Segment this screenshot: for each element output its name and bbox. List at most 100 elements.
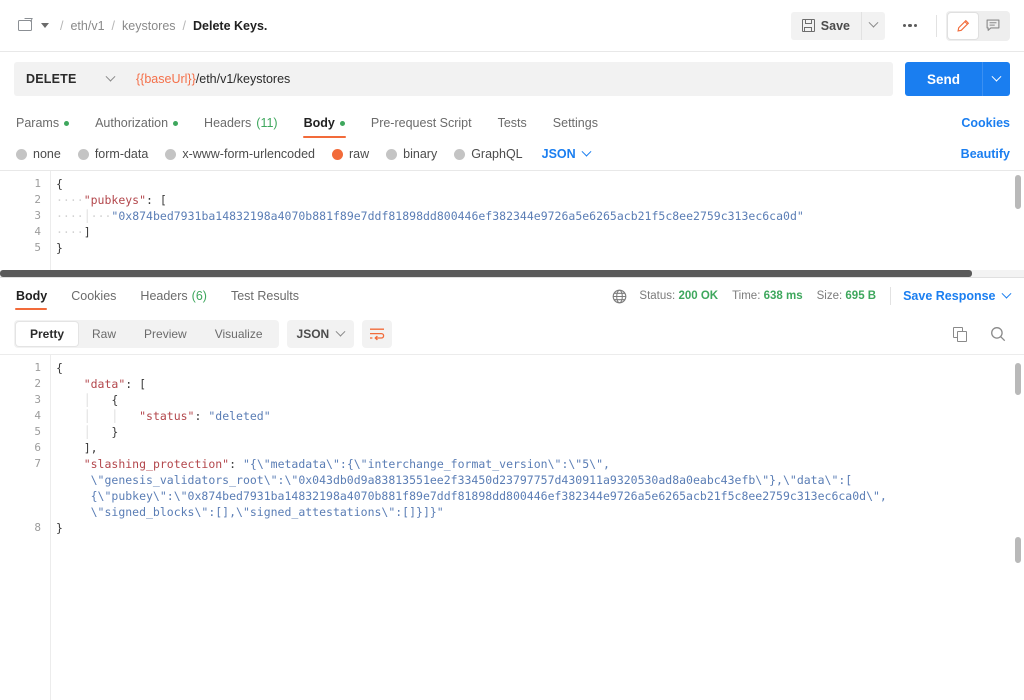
ellipsis-icon: [914, 24, 917, 27]
size-label: Size:: [817, 290, 843, 302]
body-format-select[interactable]: JSON: [542, 147, 590, 161]
status-value: 200 OK: [678, 290, 718, 302]
response-body-editor[interactable]: 12345678 { "data": [ │ { │ │ "status": "…: [0, 354, 1024, 700]
code-token: "status": [139, 409, 194, 423]
http-method-select[interactable]: DELETE: [14, 62, 124, 96]
line-number: 4: [34, 225, 41, 238]
tab-tests[interactable]: Tests: [485, 116, 540, 138]
breadcrumb-segment-1[interactable]: eth/v1: [70, 19, 104, 33]
tab-settings[interactable]: Settings: [540, 116, 611, 138]
word-wrap-button[interactable]: [362, 320, 392, 348]
breadcrumb: / eth/v1 / keystores / Delete Keys.: [18, 19, 791, 33]
response-tab-cookies[interactable]: Cookies: [59, 278, 128, 314]
breadcrumb-segment-2[interactable]: keystores: [122, 19, 176, 33]
request-horizontal-scrollbar-thumb[interactable]: [0, 270, 972, 277]
search-icon[interactable]: [990, 326, 1006, 342]
response-format-select[interactable]: JSON: [287, 320, 355, 348]
save-button[interactable]: Save: [791, 12, 861, 40]
tab-body[interactable]: Body: [291, 116, 358, 138]
line-number: 1: [34, 361, 41, 374]
globe-icon: [612, 289, 627, 304]
url-input[interactable]: {{baseUrl}}/eth/v1/keystores: [124, 62, 893, 96]
request-tabs: Params Authorization Headers (11) Body P…: [0, 106, 1024, 138]
body-type-none[interactable]: none: [16, 147, 61, 161]
body-type-graphql[interactable]: GraphQL: [454, 147, 522, 161]
tab-authorization[interactable]: Authorization: [82, 116, 191, 138]
send-dropdown-button[interactable]: [982, 62, 1010, 96]
tab-label: Body: [304, 116, 335, 130]
request-vertical-scrollbar[interactable]: [1015, 175, 1021, 209]
modified-dot-icon: [173, 121, 178, 126]
line-number: 2: [34, 193, 41, 206]
cookies-link[interactable]: Cookies: [961, 116, 1010, 138]
more-options-button[interactable]: [893, 12, 927, 40]
tab-headers[interactable]: Headers (11): [191, 116, 291, 138]
view-mode-toggle: [946, 11, 1010, 41]
body-type-raw[interactable]: raw: [332, 147, 369, 161]
tab-count: (11): [256, 116, 277, 130]
time-badge: Time: 638 ms: [732, 290, 803, 302]
breadcrumb-separator: /: [112, 19, 115, 33]
body-type-label: none: [33, 147, 61, 161]
tab-pre-request-script[interactable]: Pre-request Script: [358, 116, 485, 138]
url-variable: {{baseUrl}}: [136, 72, 196, 86]
save-response-button[interactable]: Save Response: [903, 289, 1010, 303]
pencil-icon: [956, 19, 970, 33]
tab-label: Tests: [498, 116, 527, 130]
status-badge: Status: 200 OK: [639, 290, 718, 302]
chevron-down-icon[interactable]: [41, 23, 49, 28]
code-token: {: [56, 177, 63, 191]
save-response-label: Save Response: [903, 289, 995, 303]
body-type-label: binary: [403, 147, 437, 161]
radio-icon: [16, 149, 27, 160]
body-type-urlencoded[interactable]: x-www-form-urlencoded: [165, 147, 315, 161]
view-mode-pretty[interactable]: Pretty: [16, 322, 78, 346]
request-horizontal-scrollbar-track[interactable]: [0, 270, 1024, 277]
response-body-code[interactable]: { "data": [ │ { │ │ "status": "deleted" …: [50, 355, 1024, 700]
line-number: 2: [34, 377, 41, 390]
send-button[interactable]: Send: [905, 62, 982, 96]
postman-window: / eth/v1 / keystores / Delete Keys. Save: [0, 0, 1024, 700]
request-pubkey-value: 0x874bed7931ba14832198a4070b881f89e7ddf8…: [118, 209, 797, 223]
response-tab-body[interactable]: Body: [14, 278, 59, 314]
comment-button[interactable]: [978, 13, 1008, 39]
tab-label: Pre-request Script: [371, 116, 472, 130]
beautify-link[interactable]: Beautify: [961, 147, 1010, 161]
code-token: "pubkeys": [84, 193, 146, 207]
tab-label: Authorization: [95, 116, 168, 130]
size-value: 695 B: [845, 290, 876, 302]
response-vertical-scrollbar-lower[interactable]: [1015, 537, 1021, 563]
tab-label: Body: [16, 289, 47, 303]
status-label: Status:: [639, 290, 675, 302]
line-number: 8: [34, 521, 41, 534]
body-type-binary[interactable]: binary: [386, 147, 437, 161]
top-actions: Save: [791, 11, 1010, 41]
line-number: 7: [34, 457, 41, 470]
floppy-disk-icon: [802, 19, 815, 32]
view-mode-visualize[interactable]: Visualize: [201, 322, 277, 346]
copy-icon[interactable]: [953, 327, 968, 342]
request-body-editor[interactable]: 12345 { ····"pubkeys": [ ····│···"0x874b…: [0, 170, 1024, 278]
page-title: Delete Keys.: [193, 19, 267, 33]
code-token: "{\"metadata\":{\"interchange_format_ver…: [243, 457, 610, 471]
body-type-selector: none form-data x-www-form-urlencoded raw…: [0, 138, 1024, 170]
ellipsis-icon: [908, 24, 911, 27]
view-mode-preview[interactable]: Preview: [130, 322, 201, 346]
body-type-form-data[interactable]: form-data: [78, 147, 149, 161]
request-body-code[interactable]: { ····"pubkeys": [ ····│···"0x874bed7931…: [50, 171, 1024, 277]
body-type-label: x-www-form-urlencoded: [182, 147, 315, 161]
response-tab-test-results[interactable]: Test Results: [219, 278, 311, 314]
response-tab-headers[interactable]: Headers (6): [128, 278, 219, 314]
line-number: 3: [34, 393, 41, 406]
save-dropdown-button[interactable]: [861, 12, 885, 40]
word-wrap-icon: [369, 327, 385, 341]
size-badge: Size: 695 B: [817, 290, 876, 302]
view-mode-raw[interactable]: Raw: [78, 322, 130, 346]
edit-mode-button[interactable]: [948, 13, 978, 39]
breadcrumb-separator: /: [183, 19, 186, 33]
body-type-label: raw: [349, 147, 369, 161]
modified-dot-icon: [64, 121, 69, 126]
line-number: 6: [34, 441, 41, 454]
tab-params[interactable]: Params: [14, 116, 82, 138]
response-vertical-scrollbar[interactable]: [1015, 363, 1021, 395]
